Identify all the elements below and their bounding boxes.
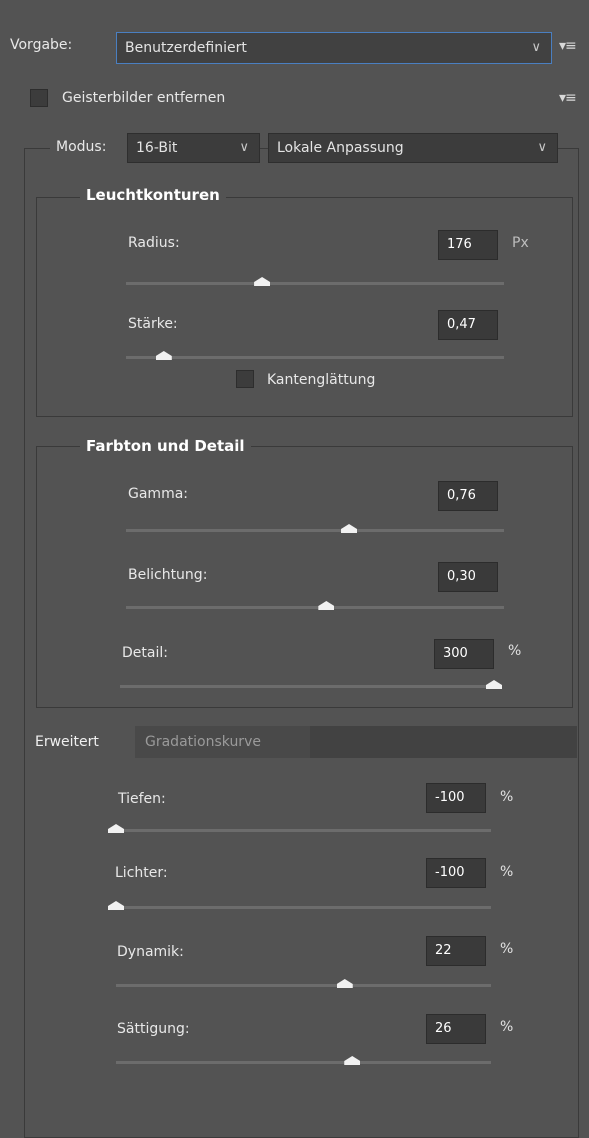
radius-slider-track[interactable] (126, 282, 504, 285)
chevron-down-icon: ∨ (531, 40, 541, 55)
panel-menu-icon[interactable]: ▾≡ (559, 38, 577, 54)
highlights-input[interactable]: -100 (426, 858, 486, 888)
exposure-input[interactable]: 0,30 (438, 562, 498, 592)
saturation-slider-track[interactable] (116, 1061, 491, 1064)
vibrance-label: Dynamik: (117, 944, 184, 960)
strength-label: Stärke: (128, 316, 178, 332)
tone-detail-legend: Farbton und Detail (80, 437, 251, 461)
edge-glow-title: Leuchtkonturen (86, 186, 220, 204)
vibrance-unit: % (500, 941, 514, 957)
strength-input[interactable]: 0,47 (438, 310, 498, 340)
saturation-input[interactable]: 26 (426, 1014, 486, 1044)
smooth-edges-checkbox[interactable] (236, 370, 254, 388)
tab-advanced[interactable]: Erweitert (25, 726, 135, 758)
gamma-label: Gamma: (128, 486, 188, 502)
highlights-unit: % (500, 864, 514, 880)
detail-input[interactable]: 300 (434, 639, 494, 669)
bit-depth-dropdown[interactable]: 16-Bit ∨ (127, 133, 260, 163)
chevron-down-icon: ∨ (537, 140, 547, 155)
gamma-slider-track[interactable] (126, 529, 504, 532)
shadows-label: Tiefen: (118, 791, 166, 807)
preset-label: Vorgabe: (10, 37, 73, 53)
panel-menu-icon[interactable]: ▾≡ (559, 90, 577, 106)
bit-depth-value: 16-Bit (136, 140, 178, 156)
preset-value: Benutzerdefiniert (125, 40, 247, 56)
chevron-down-icon: ∨ (239, 140, 249, 155)
method-value: Lokale Anpassung (277, 140, 404, 156)
radius-label: Radius: (128, 235, 180, 251)
mode-legend: Modus: (50, 135, 132, 163)
gamma-input[interactable]: 0,76 (438, 481, 498, 511)
shadows-unit: % (500, 789, 514, 805)
tone-detail-title: Farbton und Detail (86, 437, 245, 455)
vibrance-input[interactable]: 22 (426, 936, 486, 966)
vibrance-slider-track[interactable] (116, 984, 491, 987)
smooth-edges-label: Kantenglättung (267, 372, 376, 388)
ghost-removal-checkbox[interactable] (30, 89, 48, 107)
highlights-slider-track[interactable] (116, 906, 491, 909)
strength-slider-track[interactable] (126, 356, 504, 359)
detail-slider-track[interactable] (120, 685, 498, 688)
preset-dropdown[interactable]: Benutzerdefiniert ∨ (116, 32, 552, 64)
exposure-label: Belichtung: (128, 567, 208, 583)
ghost-removal-label: Geisterbilder entfernen (62, 90, 226, 106)
radius-input[interactable]: 176 (438, 230, 498, 260)
saturation-unit: % (500, 1019, 514, 1035)
exposure-slider-track[interactable] (126, 606, 504, 609)
highlights-label: Lichter: (115, 865, 168, 881)
radius-unit: Px (512, 235, 529, 251)
method-dropdown[interactable]: Lokale Anpassung ∨ (268, 133, 558, 163)
detail-unit: % (508, 643, 522, 659)
edge-glow-legend: Leuchtkonturen (80, 186, 226, 210)
tab-curve[interactable]: Gradationskurve (135, 726, 310, 758)
saturation-label: Sättigung: (117, 1021, 190, 1037)
shadows-input[interactable]: -100 (426, 783, 486, 813)
shadows-slider-track[interactable] (116, 829, 491, 832)
detail-label: Detail: (122, 645, 168, 661)
mode-label: Modus: (56, 139, 107, 155)
